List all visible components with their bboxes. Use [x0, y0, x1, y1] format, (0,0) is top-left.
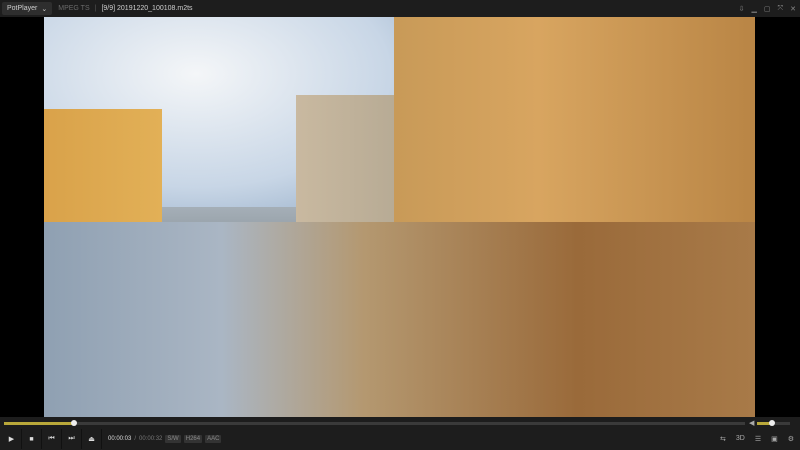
duration: 00:00:32 — [139, 436, 163, 442]
seek-bar[interactable] — [4, 420, 745, 426]
3d-icon[interactable]: 3D — [736, 435, 745, 443]
control-bar: ◀ ▶ ■ ⏮ ⏭ ⏏ 00:00:03 / 00:00:32 S/W H264… — [0, 417, 800, 450]
video-building — [44, 109, 162, 227]
divider: | — [94, 5, 97, 12]
video-frame[interactable] — [44, 17, 755, 417]
settings-icon[interactable]: ⚙ — [788, 435, 794, 443]
app-name: PotPlayer — [7, 5, 38, 12]
next-icon: ⏭ — [68, 435, 75, 442]
capture-icon[interactable]: ▣ — [771, 435, 778, 443]
tag-video-codec[interactable]: H264 — [183, 435, 203, 443]
previous-button[interactable]: ⏮ — [42, 429, 62, 449]
seek-knob[interactable] — [70, 420, 77, 426]
file-title: [9/9] 20191220_100108.m2ts — [101, 5, 193, 12]
volume-slider[interactable] — [757, 420, 790, 426]
format-label: MPEG TS — [58, 5, 90, 12]
eject-icon: ⏏ — [88, 436, 95, 443]
video-street — [44, 222, 755, 417]
eject-button[interactable]: ⏏ — [82, 429, 102, 449]
maximize-icon[interactable]: ▢ — [764, 5, 771, 13]
subtitle-sync-icon[interactable]: ⇆ — [720, 435, 726, 443]
title-bar: PotPlayer ⌄ MPEG TS | [9/9] 20191220_1001… — [0, 0, 800, 17]
stop-icon: ■ — [29, 435, 34, 443]
close-icon[interactable]: ✕ — [790, 5, 796, 13]
next-button[interactable]: ⏭ — [62, 429, 82, 449]
time-separator: / — [134, 436, 137, 442]
chevron-down-icon: ⌄ — [41, 5, 48, 13]
stop-button[interactable]: ■ — [22, 429, 42, 449]
tag-renderer[interactable]: S/W — [165, 435, 181, 443]
fullscreen-icon[interactable]: ⤧ — [778, 5, 784, 13]
current-time: 00:00:03 — [108, 436, 132, 442]
minimize-icon[interactable]: ▁ — [752, 5, 757, 13]
seek-fill — [4, 422, 74, 425]
pin-icon[interactable]: ⇩ — [739, 5, 745, 13]
play-icon: ▶ — [8, 436, 15, 443]
play-button[interactable]: ▶ — [2, 429, 22, 449]
playlist-search-icon[interactable]: ☰ — [755, 435, 761, 443]
tag-audio-codec[interactable]: AAC — [205, 435, 222, 443]
app-menu-button[interactable]: PotPlayer ⌄ — [2, 2, 53, 15]
volume-icon[interactable]: ◀ — [749, 419, 754, 427]
previous-icon: ⏮ — [48, 435, 55, 442]
volume-knob[interactable] — [768, 420, 775, 426]
video-building — [394, 17, 755, 247]
